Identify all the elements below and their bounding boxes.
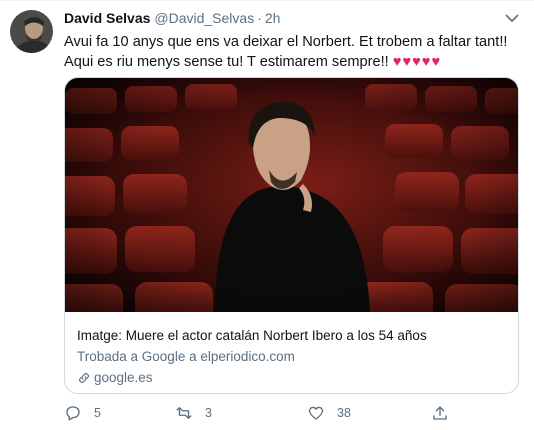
retweet-icon	[175, 404, 193, 422]
share-icon	[431, 404, 449, 422]
heart-emojis: ♥♥♥♥♥	[392, 54, 442, 70]
card-image[interactable]	[65, 78, 518, 312]
tweet-text: Avui fa 10 anys que ens va deixar el Nor…	[64, 32, 522, 72]
reply-count: 5	[94, 406, 101, 420]
reply-icon	[64, 404, 82, 422]
tweet[interactable]: David Selvas @David_Selvas · 2h Avui fa …	[0, 0, 534, 430]
share-button[interactable]	[431, 404, 449, 422]
heart-icon	[307, 404, 325, 422]
tweet-timestamp[interactable]: 2h	[265, 10, 281, 26]
like-button[interactable]: 38	[307, 404, 351, 422]
separator-dot: ·	[257, 10, 262, 26]
reply-button[interactable]: 5	[64, 404, 101, 422]
retweet-button[interactable]: 3	[175, 404, 212, 422]
link-card[interactable]: Imatge: Muere el actor catalán Norbert I…	[64, 77, 519, 394]
tweet-header: David Selvas @David_Selvas · 2h	[64, 10, 280, 28]
card-subtitle: Trobada a Google a elperiodico.com	[77, 349, 295, 364]
card-title[interactable]: Imatge: Muere el actor catalán Norbert I…	[77, 328, 427, 343]
more-chevron-icon[interactable]	[500, 9, 524, 27]
card-domain-text: google.es	[94, 370, 153, 385]
link-icon	[77, 371, 91, 385]
author-handle[interactable]: @David_Selvas	[154, 10, 254, 26]
author-name[interactable]: David Selvas	[64, 10, 150, 26]
card-domain: google.es	[77, 370, 153, 385]
avatar[interactable]	[10, 10, 53, 53]
tweet-actions: 5 3 38	[64, 404, 464, 426]
like-count: 38	[337, 406, 351, 420]
retweet-count: 3	[205, 406, 212, 420]
